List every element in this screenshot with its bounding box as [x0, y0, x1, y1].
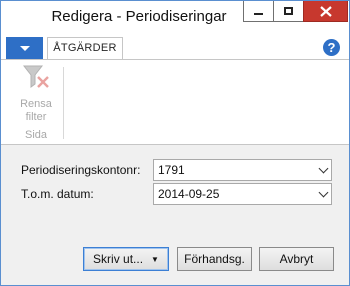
- dialog-window: Redigera - Periodiseringar ÅTGÄRDER ? Re…: [0, 0, 350, 286]
- clear-filter-label-line1: Rensa: [20, 98, 52, 110]
- print-button-label: Skriv ut...: [93, 252, 144, 266]
- maximize-icon: [284, 7, 293, 15]
- account-number-select[interactable]: 1791: [153, 159, 332, 181]
- chevron-down-icon: [318, 187, 329, 198]
- ribbon-group-label: Sida: [24, 129, 48, 141]
- cancel-button-label: Avbryt: [279, 252, 314, 266]
- account-number-label: Periodiseringskontonr:: [21, 163, 141, 177]
- title-bar: Redigera - Periodiseringar: [1, 1, 349, 34]
- clear-filter-button[interactable]: Rensa filter: [11, 98, 61, 124]
- end-date-select[interactable]: 2014-09-25: [153, 183, 332, 205]
- minimize-icon: [254, 13, 263, 15]
- application-menu-button[interactable]: [6, 37, 43, 59]
- clear-filter-icon: [23, 65, 49, 88]
- preview-button[interactable]: Förhandsg.: [177, 247, 252, 271]
- window-title: Redigera - Periodiseringar: [51, 8, 227, 25]
- print-button[interactable]: Skriv ut... ▼: [83, 247, 169, 271]
- close-button[interactable]: [303, 1, 348, 22]
- chevron-down-icon: [318, 163, 329, 174]
- close-icon: [319, 5, 332, 17]
- ribbon-group-divider: [63, 67, 64, 139]
- end-date-label: T.o.m. datum:: [21, 187, 94, 201]
- minimize-button[interactable]: [243, 1, 273, 22]
- chevron-down-icon: [19, 45, 30, 51]
- dropdown-arrow-icon: ▼: [151, 254, 159, 264]
- maximize-button[interactable]: [273, 1, 303, 22]
- end-date-value: 2014-09-25: [158, 187, 220, 201]
- help-icon[interactable]: ?: [323, 39, 340, 56]
- cancel-button[interactable]: Avbryt: [259, 247, 334, 271]
- tab-atgarder[interactable]: ÅTGÄRDER: [47, 37, 123, 60]
- preview-button-label: Förhandsg.: [184, 252, 245, 266]
- account-number-value: 1791: [158, 163, 185, 177]
- clear-filter-label-line2: filter: [25, 111, 47, 123]
